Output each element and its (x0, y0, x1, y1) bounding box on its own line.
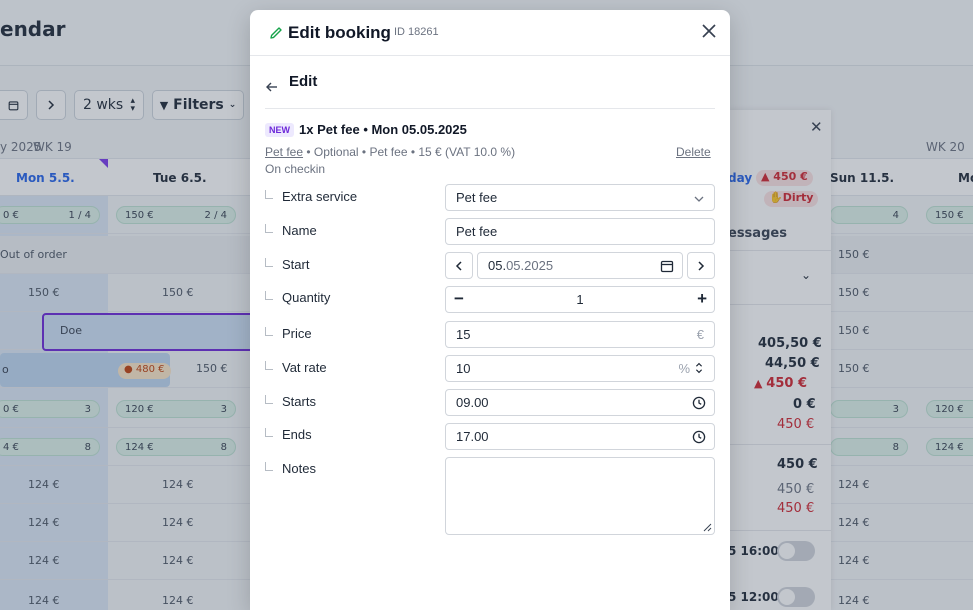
prev-day-button[interactable] (445, 252, 473, 279)
booking-id: ID 18261 (394, 26, 439, 38)
ends-label: Ends (265, 427, 312, 442)
starts-time-input[interactable]: 09.00 (445, 389, 715, 416)
clock-icon[interactable] (692, 396, 706, 410)
price-input[interactable]: 15 € (445, 321, 715, 348)
resize-handle-icon[interactable] (702, 522, 712, 532)
ends-time-input[interactable]: 17.00 (445, 423, 715, 450)
extra-service-link[interactable]: Pet fee (265, 145, 303, 159)
calendar-icon[interactable] (660, 259, 674, 273)
plus-icon[interactable]: + (697, 289, 707, 309)
chevron-right-icon (698, 260, 705, 271)
next-day-button[interactable] (687, 252, 715, 279)
vat-rate-input[interactable]: 10 % (445, 355, 715, 382)
vat-rate-value: 10 (456, 361, 471, 376)
subheader-title: Edit (289, 73, 318, 90)
extra-item-meta: Pet fee • Optional • Pet fee • 15 € (VAT… (265, 145, 515, 159)
start-date-rest: 05.2025 (506, 258, 554, 273)
modal-header: Edit booking ID 18261 (250, 10, 730, 56)
close-icon[interactable] (700, 22, 718, 40)
edit-subheader: Edit (265, 68, 715, 109)
start-date-day: 05. (488, 258, 507, 273)
name-input[interactable]: Pet fee (445, 218, 715, 245)
notes-textarea[interactable] (445, 457, 715, 535)
chevron-left-icon (455, 260, 462, 271)
quantity-label: Quantity (265, 290, 330, 305)
vat-rate-label: Vat rate (265, 360, 327, 375)
edit-booking-modal: Edit booking ID 18261 Edit NEW 1x Pet fe… (250, 10, 730, 610)
starts-label: Starts (265, 394, 316, 409)
quantity-value: 1 (576, 292, 584, 307)
price-label: Price (265, 326, 312, 341)
ends-value: 17.00 (456, 429, 489, 444)
extra-service-label: Extra service (265, 189, 357, 204)
start-date-input[interactable]: 05. 05.2025 (477, 252, 683, 279)
quantity-stepper[interactable]: − 1 + (445, 286, 715, 313)
extra-item-title: 1x Pet fee • Mon 05.05.2025 (299, 122, 467, 137)
currency-suffix: € (696, 327, 704, 342)
chevron-down-icon (694, 196, 704, 202)
extra-item-header: NEW 1x Pet fee • Mon 05.05.2025 (265, 122, 467, 137)
extra-service-value: Pet fee (456, 190, 498, 205)
modal-title: Edit booking (288, 23, 391, 42)
delete-link[interactable]: Delete (676, 145, 711, 159)
starts-value: 09.00 (456, 395, 489, 410)
clock-icon[interactable] (692, 430, 706, 444)
extra-service-select[interactable]: Pet fee (445, 184, 715, 211)
notes-label: Notes (265, 461, 316, 476)
name-label: Name (265, 223, 317, 238)
name-value: Pet fee (456, 224, 498, 239)
extra-item-timing: On checkin (265, 162, 326, 176)
percent-suffix: % (678, 361, 690, 376)
minus-icon[interactable]: − (454, 289, 464, 309)
extra-item-details: • Optional • Pet fee • 15 € (VAT 10.0 %) (303, 145, 516, 159)
new-badge: NEW (265, 122, 294, 137)
updown-icon[interactable] (692, 361, 706, 375)
start-label: Start (265, 257, 309, 272)
pencil-icon (270, 27, 282, 39)
arrow-left-icon[interactable] (265, 80, 279, 94)
price-value: 15 (456, 327, 471, 342)
